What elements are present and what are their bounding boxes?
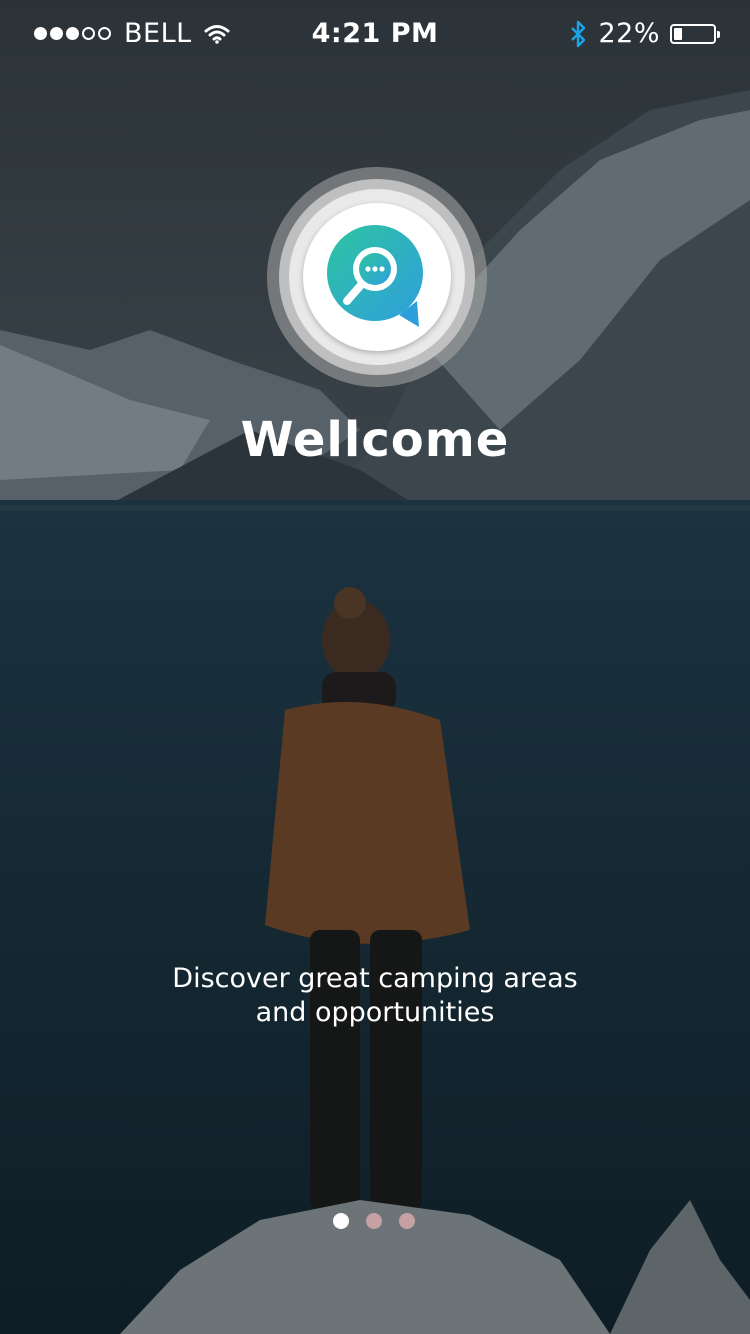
search-chat-icon (327, 225, 423, 327)
status-bar: BELL 4:21 PM 22% (0, 0, 750, 70)
battery-percent: 22% (598, 18, 660, 49)
battery-icon (670, 23, 720, 44)
status-right: 22% (570, 18, 720, 49)
welcome-title: Wellcome (240, 412, 510, 468)
page-dot[interactable] (366, 1213, 382, 1229)
welcome-subtitle: Discover great camping areas and opportu… (100, 962, 650, 1030)
subtitle-line: and opportunities (255, 997, 495, 1028)
page-dot[interactable] (399, 1213, 415, 1229)
app-logo (267, 167, 487, 387)
page-indicator[interactable] (333, 1213, 432, 1229)
bluetooth-icon (571, 20, 586, 47)
subtitle-line: Discover great camping areas (172, 963, 578, 994)
battery-fill (674, 27, 682, 40)
page-dot-active[interactable] (333, 1213, 349, 1229)
